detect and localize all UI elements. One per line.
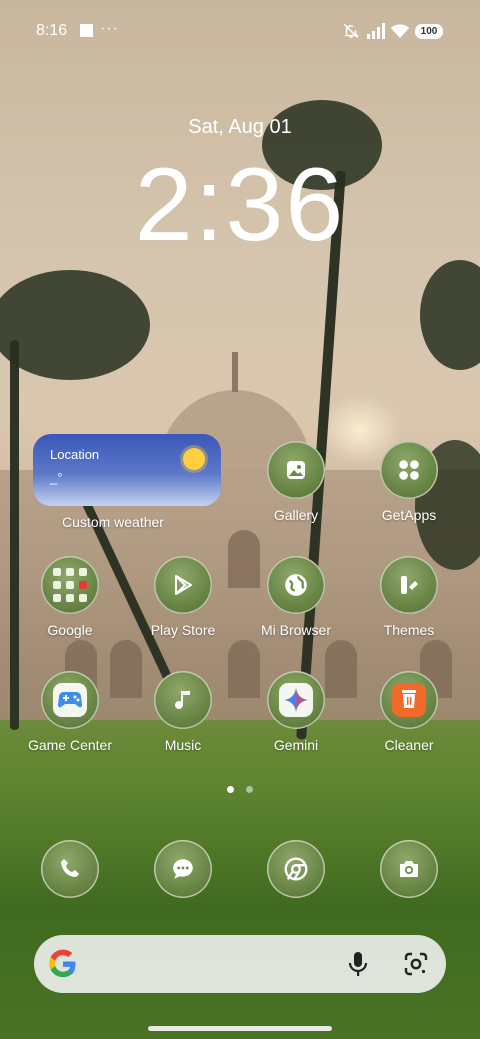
palm-trunk <box>10 340 19 730</box>
status-bar: 8:16 ··· 100 <box>0 20 480 46</box>
trash-icon <box>380 671 438 729</box>
app-mi-browser[interactable]: Mi Browser <box>248 556 344 638</box>
dock-messages[interactable] <box>135 840 231 898</box>
google-icon[interactable] <box>48 949 78 979</box>
mute-icon <box>342 22 360 40</box>
status-time: 8:16 <box>36 22 68 39</box>
gamepad-icon <box>41 671 99 729</box>
app-label: Google <box>47 622 93 638</box>
google-search-bar[interactable] <box>34 935 446 993</box>
mic-icon[interactable] <box>347 951 369 977</box>
dome-finial <box>232 352 238 392</box>
notification-square-icon <box>80 24 93 37</box>
date-label: Sat, Aug 01 <box>188 116 292 138</box>
signal-icon <box>366 23 386 39</box>
chat-bubble-icon <box>154 840 212 898</box>
app-label: Themes <box>383 622 435 638</box>
lens-icon[interactable] <box>403 951 429 977</box>
weather-widget[interactable]: Location _° <box>33 434 221 506</box>
app-music[interactable]: Music <box>135 671 231 753</box>
app-getapps[interactable]: GetApps <box>361 441 457 523</box>
app-label: Gallery <box>273 507 319 523</box>
app-label: Mi Browser <box>260 622 331 638</box>
app-play-store[interactable]: Play Store <box>135 556 231 638</box>
folder-icon <box>41 556 99 614</box>
battery-icon: 100 <box>415 24 443 39</box>
getapps-icon <box>380 441 438 499</box>
app-label: Music <box>164 737 202 753</box>
weather-widget-label: Custom weather <box>62 514 164 530</box>
app-gemini[interactable]: Gemini <box>248 671 344 753</box>
sun-icon <box>183 448 205 470</box>
app-label: Gemini <box>273 737 319 753</box>
play-store-icon <box>154 556 212 614</box>
music-note-icon <box>154 671 212 729</box>
app-label: Game Center <box>27 737 113 753</box>
wifi-icon <box>390 22 410 39</box>
app-label: GetApps <box>381 507 437 523</box>
app-gallery[interactable]: Gallery <box>248 441 344 523</box>
dock-phone[interactable] <box>22 840 118 898</box>
weather-location: Location <box>50 447 100 462</box>
home-gesture-handle[interactable] <box>148 1026 332 1031</box>
clock[interactable]: 2:36 <box>0 150 480 260</box>
globe-icon <box>267 556 325 614</box>
page-indicator-active[interactable] <box>227 786 234 793</box>
themes-icon <box>380 556 438 614</box>
gallery-icon <box>267 441 325 499</box>
app-label: Play Store <box>150 622 216 638</box>
palm-fronds <box>0 270 150 380</box>
dock-camera[interactable] <box>361 840 457 898</box>
more-notifications-icon: ··· <box>100 20 119 37</box>
palm-fronds <box>420 260 480 370</box>
dock-chrome[interactable] <box>248 840 344 898</box>
app-label: Cleaner <box>384 737 434 753</box>
gemini-icon <box>267 671 325 729</box>
app-cleaner[interactable]: Cleaner <box>361 671 457 753</box>
phone-icon <box>41 840 99 898</box>
page-indicator[interactable] <box>246 786 253 793</box>
camera-icon <box>380 840 438 898</box>
chrome-icon <box>267 840 325 898</box>
app-themes[interactable]: Themes <box>361 556 457 638</box>
app-folder-google[interactable]: Google <box>22 556 118 638</box>
app-game-center[interactable]: Game Center <box>22 671 118 753</box>
weather-temperature: _° <box>50 470 63 485</box>
